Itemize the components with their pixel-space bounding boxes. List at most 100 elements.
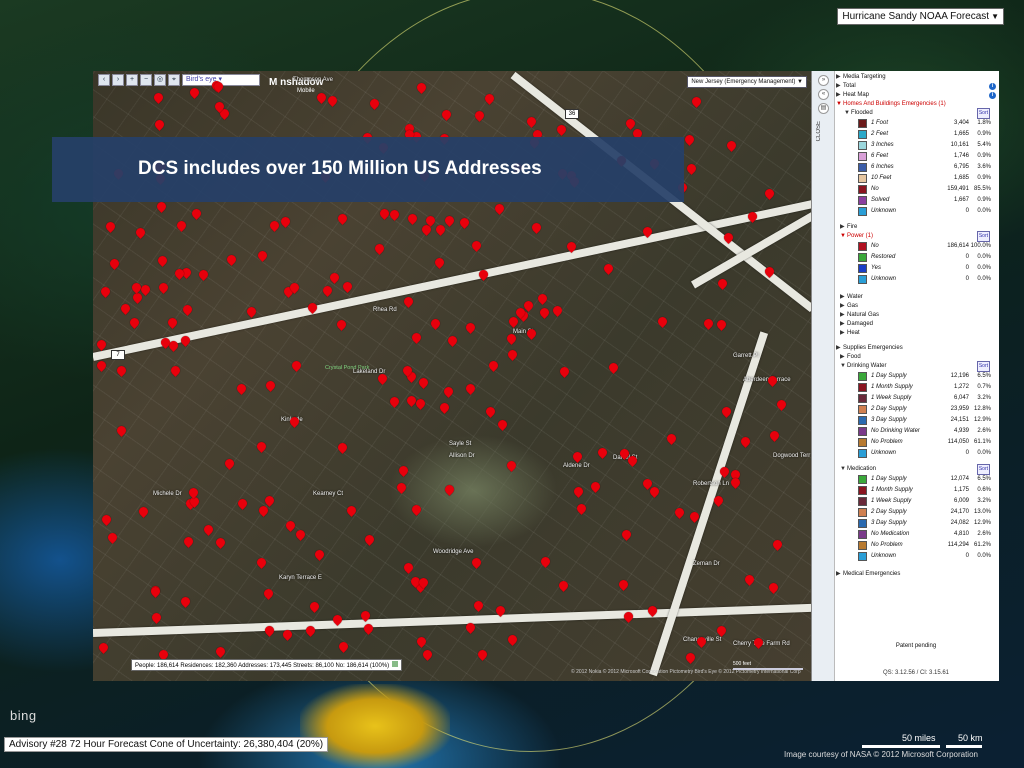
zoom-out-icon[interactable]: −: [140, 74, 152, 86]
collapsed-arrow-icon[interactable]: ▶: [836, 344, 843, 353]
legend-item[interactable]: 1 Month Supply 1,175 0.6%: [836, 485, 996, 496]
map-pin-icon[interactable]: [214, 645, 227, 658]
map-pin-icon[interactable]: [410, 331, 423, 344]
collapsed-arrow-icon[interactable]: ▶: [840, 302, 847, 311]
legend-item[interactable]: No Drinking Water 4,939 2.6%: [836, 426, 996, 437]
map-pin-icon[interactable]: [702, 317, 715, 330]
map-pin-icon[interactable]: [607, 361, 620, 374]
map-pin-icon[interactable]: [684, 651, 697, 664]
collapsed-arrow-icon[interactable]: ▶: [840, 353, 847, 362]
map-pin-icon[interactable]: [506, 633, 519, 646]
legend-item[interactable]: Unknown 0 0.0%: [836, 448, 996, 459]
map-pin-icon[interactable]: [313, 548, 326, 561]
map-pin-icon[interactable]: [179, 595, 192, 608]
map-pin-icon[interactable]: [716, 277, 729, 290]
map-pin-icon[interactable]: [294, 528, 307, 541]
map-pin-icon[interactable]: [487, 359, 500, 372]
map-pin-icon[interactable]: [255, 556, 268, 569]
map-pin-icon[interactable]: [214, 536, 227, 549]
collapsed-arrow-icon[interactable]: ▶: [836, 91, 843, 100]
map-pin-icon[interactable]: [108, 257, 121, 270]
legend-item[interactable]: 1 Day Supply 12,074 6.5%: [836, 474, 996, 485]
map-pin-icon[interactable]: [106, 531, 119, 544]
map-pin-icon[interactable]: [464, 382, 477, 395]
map-pin-icon[interactable]: [525, 115, 538, 128]
map-pin-icon[interactable]: [410, 503, 423, 516]
map-pin-icon[interactable]: [97, 641, 110, 654]
map-pin-icon[interactable]: [665, 432, 678, 445]
legend-item[interactable]: 2 Day Supply 24,170 13.0%: [836, 507, 996, 518]
map-pin-icon[interactable]: [557, 579, 570, 592]
expanded-arrow-icon[interactable]: ▼: [840, 465, 847, 474]
map-pin-icon[interactable]: [255, 440, 268, 453]
layer-row[interactable]: ▶ Media Targeting: [836, 73, 996, 82]
map-pin-icon[interactable]: [484, 405, 497, 418]
map-pin-icon[interactable]: [235, 382, 248, 395]
map-pin-icon[interactable]: [589, 480, 602, 493]
layer-row[interactable]: ▶ Heat: [836, 329, 996, 338]
legend-item[interactable]: No Medication 4,810 2.6%: [836, 529, 996, 540]
layer-row[interactable]: ▼ Homes And Buildings Emergencies (1): [836, 100, 996, 109]
map-pin-icon[interactable]: [256, 249, 269, 262]
map-pin-icon[interactable]: [262, 587, 275, 600]
map-pin-icon[interactable]: [729, 476, 742, 489]
map-pin-icon[interactable]: [743, 573, 756, 586]
map-pin-icon[interactable]: [558, 365, 571, 378]
settings-icon[interactable]: ▤: [818, 103, 829, 114]
map-pin-icon[interactable]: [402, 295, 415, 308]
map-pin-icon[interactable]: [434, 223, 447, 236]
map-pin-icon[interactable]: [397, 464, 410, 477]
map-pin-icon[interactable]: [100, 513, 113, 526]
legend-item[interactable]: Unknown 0 0.0%: [836, 206, 996, 217]
layer-row[interactable]: ▶ Heat Map i: [836, 91, 996, 100]
layer-row[interactable]: ▼ Power (1) Sort: [836, 231, 996, 242]
map-pin-icon[interactable]: [155, 200, 168, 213]
map-pin-icon[interactable]: [335, 318, 348, 331]
legend-item[interactable]: 1 Week Supply 6,009 3.2%: [836, 496, 996, 507]
chevron-icon[interactable]: «: [818, 89, 829, 100]
collapsed-arrow-icon[interactable]: ▶: [840, 293, 847, 302]
map-pin-icon[interactable]: [388, 208, 401, 221]
map-pin-icon[interactable]: [602, 262, 615, 275]
map-pin-icon[interactable]: [506, 348, 519, 361]
expanded-arrow-icon[interactable]: ▼: [840, 232, 847, 241]
map-pin-icon[interactable]: [505, 459, 518, 472]
map-pin-icon[interactable]: [225, 253, 238, 266]
map-pin-icon[interactable]: [673, 506, 686, 519]
map-pin-icon[interactable]: [99, 285, 112, 298]
map-pin-icon[interactable]: [137, 505, 150, 518]
dock-icon[interactable]: »: [818, 75, 829, 86]
map-pin-icon[interactable]: [624, 117, 637, 130]
layer-row[interactable]: ▶ Food: [836, 353, 996, 362]
map-pin-icon[interactable]: [337, 640, 350, 653]
map-pin-icon[interactable]: [443, 483, 456, 496]
map-pin-icon[interactable]: [555, 123, 568, 136]
map-pin-icon[interactable]: [685, 162, 698, 175]
map-pin-icon[interactable]: [197, 268, 210, 281]
map-pin-icon[interactable]: [442, 385, 455, 398]
map-pin-icon[interactable]: [464, 321, 477, 334]
map-pin-icon[interactable]: [775, 398, 788, 411]
expanded-arrow-icon[interactable]: ▼: [836, 100, 843, 109]
layer-row[interactable]: ▶ Fire: [836, 223, 996, 232]
map-pin-icon[interactable]: [363, 533, 376, 546]
map-pin-icon[interactable]: [415, 81, 428, 94]
map-pin-icon[interactable]: [157, 281, 170, 294]
map-pin-icon[interactable]: [551, 304, 564, 317]
legend-item[interactable]: No 186,614 100.0%: [836, 241, 996, 252]
layer-row[interactable]: ▶ Water: [836, 293, 996, 302]
map-pin-icon[interactable]: [572, 485, 585, 498]
map-pin-icon[interactable]: [536, 292, 549, 305]
map-pin-icon[interactable]: [440, 108, 453, 121]
legend-item[interactable]: No Problem 114,050 61.1%: [836, 437, 996, 448]
map-pin-icon[interactable]: [771, 538, 784, 551]
legend-item[interactable]: 2 Feet 1,665 0.9%: [836, 129, 996, 140]
layer-row[interactable]: ▶ Damaged: [836, 320, 996, 329]
map-pin-icon[interactable]: [656, 315, 669, 328]
close-panel-tab[interactable]: CLOSE: [816, 121, 822, 141]
map-pin-icon[interactable]: [720, 405, 733, 418]
map-pin-icon[interactable]: [421, 648, 434, 661]
map-pin-icon[interactable]: [187, 486, 200, 499]
forecast-dropdown[interactable]: Hurricane Sandy NOAA Forecast ▼: [837, 8, 1004, 25]
map-pin-icon[interactable]: [458, 216, 471, 229]
